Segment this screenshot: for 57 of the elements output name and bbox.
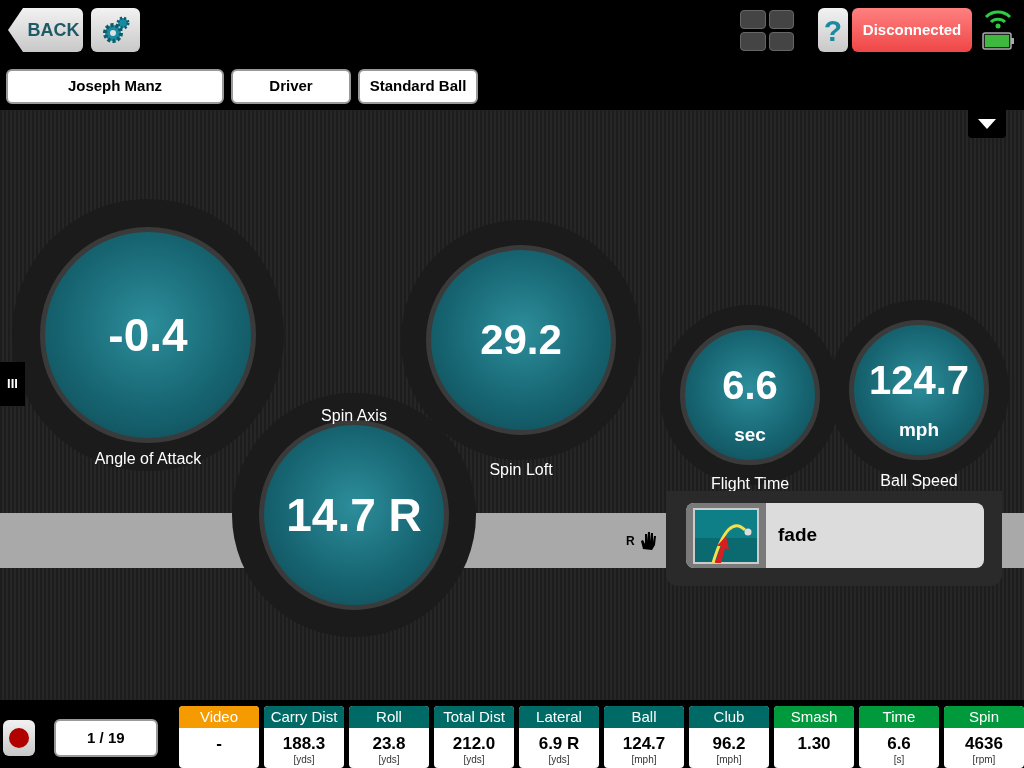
- hand-icon: [638, 531, 657, 551]
- metric-value: -: [215, 735, 223, 752]
- record-button[interactable]: [3, 720, 35, 756]
- gauge-value: -0.4: [108, 312, 188, 358]
- metric-value: 124.7: [621, 735, 667, 752]
- metric-unit: [yds]: [292, 755, 316, 765]
- metric-value: 212.0: [451, 735, 497, 752]
- metric-title: Ball: [604, 706, 684, 728]
- gauge-label: Flight Time: [710, 474, 790, 494]
- settings-icon: [100, 15, 131, 45]
- layout-grid-icon[interactable]: [740, 9, 794, 51]
- gauge-unit: sec: [734, 422, 766, 447]
- metric-title: Time: [859, 706, 939, 728]
- metric-value: 6.9 R: [537, 735, 581, 752]
- back-button[interactable]: BACK: [8, 8, 83, 52]
- side-tab[interactable]: III: [0, 362, 25, 406]
- gauge-value: 14.7 R: [286, 492, 422, 538]
- gauge-value: 6.6: [722, 364, 778, 405]
- metric-title: Carry Dist: [264, 706, 344, 728]
- metric-title: Video: [179, 706, 259, 728]
- shot-trajectory-icon: [693, 507, 759, 564]
- gauge-label: Angle of Attack: [94, 449, 202, 469]
- shot-shape-label: fade: [778, 523, 818, 548]
- handedness-label: R: [626, 533, 635, 550]
- selector-button[interactable]: Driver: [231, 69, 351, 104]
- gauge-label: Ball Speed: [880, 471, 958, 491]
- metric-unit: [s]: [892, 755, 906, 765]
- metric-title: Lateral: [519, 706, 599, 728]
- metric-value: 1.30: [796, 735, 832, 752]
- dropdown-button[interactable]: [968, 110, 1006, 138]
- metric-title: Roll: [349, 706, 429, 728]
- metric-unit: [yds]: [547, 755, 571, 765]
- gauge-value: 29.2: [480, 319, 562, 361]
- metric-unit: [yds]: [377, 755, 401, 765]
- record-icon: [8, 728, 29, 748]
- caret-icon: [978, 119, 996, 129]
- metric-title: Club: [689, 706, 769, 728]
- gauge-label: Spin Loft: [489, 460, 553, 480]
- metric-value: 96.2: [711, 735, 747, 752]
- shot-counter[interactable]: 1 / 19: [53, 719, 158, 757]
- metric-unit: [rpm]: [971, 755, 997, 765]
- metric-title: Total Dist: [434, 706, 514, 728]
- metric-unit: [mph]: [630, 755, 658, 765]
- metric-value: 6.6: [886, 735, 912, 752]
- metric-value: 23.8: [371, 735, 407, 752]
- metric-title: Smash: [774, 706, 854, 728]
- metric-value: 4636: [964, 735, 1004, 752]
- gauge-unit: mph: [898, 417, 940, 442]
- metric-unit: [yds]: [462, 755, 486, 765]
- settings-button[interactable]: [91, 8, 140, 52]
- metric-unit: [mph]: [715, 755, 743, 765]
- selector-button[interactable]: Joseph Manz: [6, 69, 224, 104]
- metric-title: Spin: [944, 706, 1024, 728]
- metric-value: 188.3: [281, 735, 327, 752]
- gauge-value: 124.7: [868, 359, 970, 400]
- selector-button[interactable]: Standard Ball: [358, 69, 478, 104]
- gauge-label: Spin Axis: [321, 406, 387, 426]
